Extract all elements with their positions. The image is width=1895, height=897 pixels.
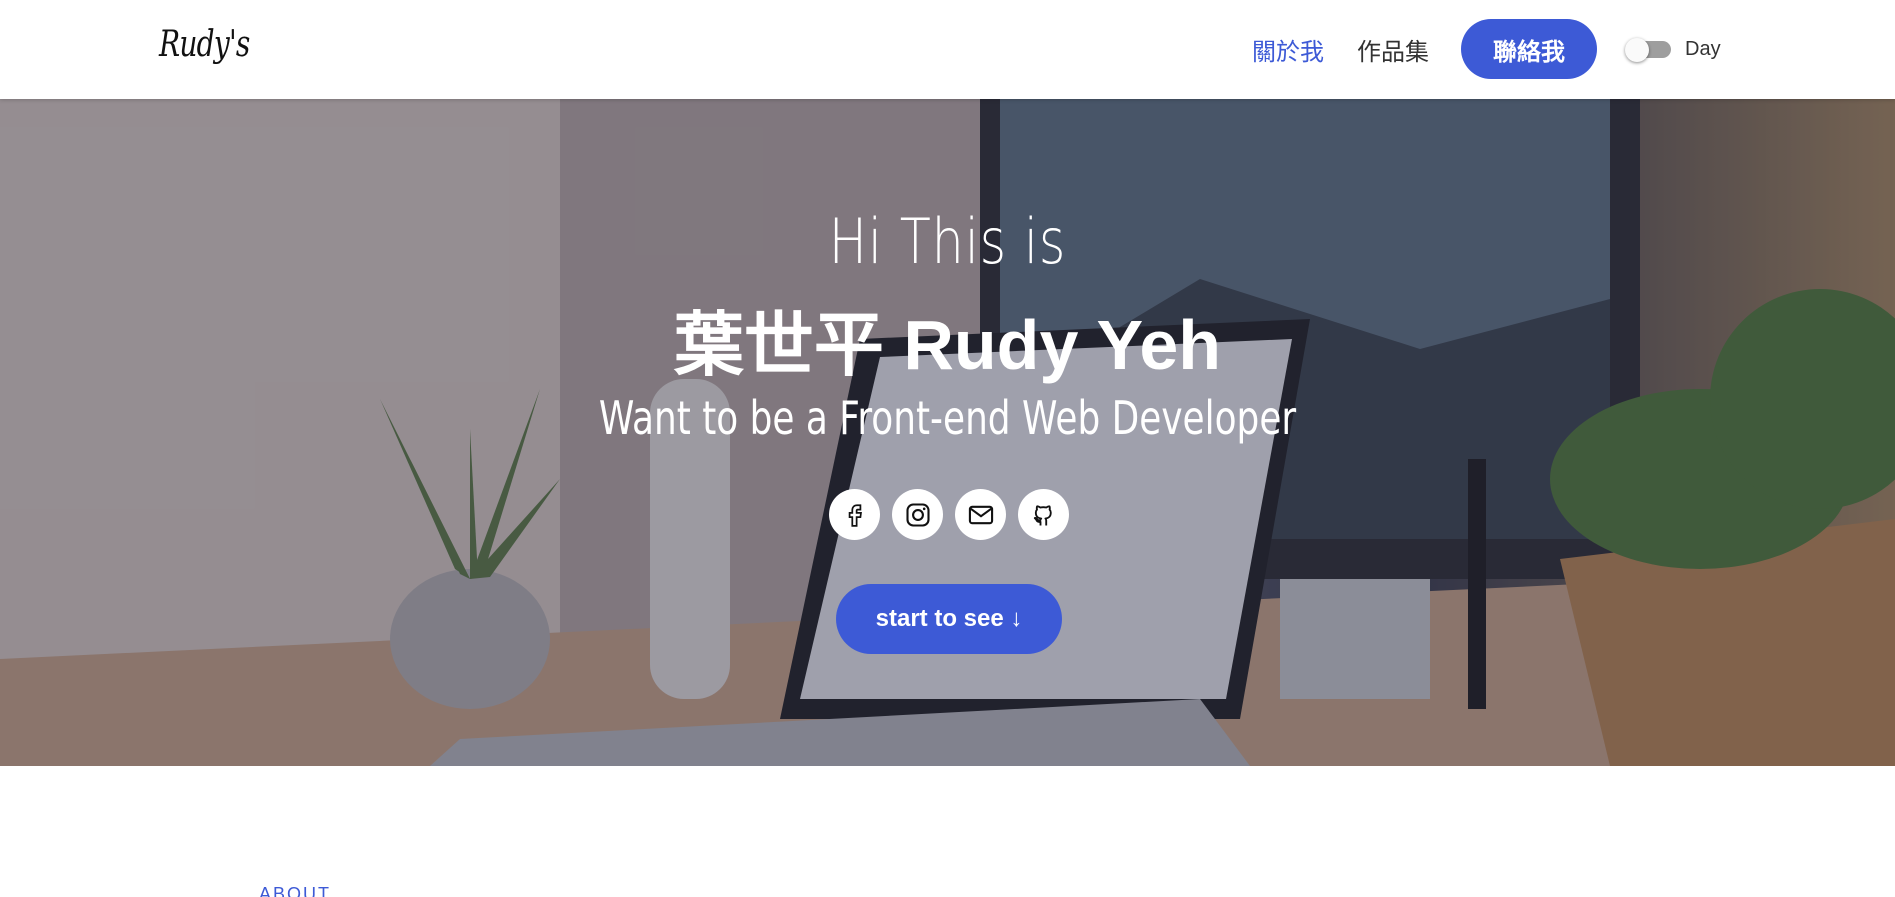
about-section-label: ABOUT bbox=[259, 884, 332, 897]
github-link[interactable] bbox=[1018, 489, 1069, 540]
hero-tagline: Want to be a Front-end Web Developer bbox=[598, 391, 1297, 445]
toggle-knob bbox=[1625, 38, 1649, 62]
nav-contact-button[interactable]: 聯絡我 bbox=[1461, 19, 1597, 79]
hero-section: Hi This is 葉世平 Rudy Yeh Want to be a Fro… bbox=[0, 99, 1895, 766]
hero-greeting: Hi This is bbox=[828, 205, 1067, 278]
mail-icon bbox=[968, 505, 993, 524]
hero-name: 葉世平 Rudy Yeh bbox=[673, 306, 1222, 384]
start-to-see-button[interactable]: start to see ↓ bbox=[836, 584, 1062, 654]
mail-link[interactable] bbox=[955, 489, 1006, 540]
facebook-icon bbox=[848, 503, 862, 527]
hero-content: Hi This is 葉世平 Rudy Yeh Want to be a Fro… bbox=[0, 99, 1895, 766]
instagram-link[interactable] bbox=[892, 489, 943, 540]
social-links bbox=[829, 489, 1069, 541]
nav-works-link[interactable]: 作品集 bbox=[1357, 32, 1429, 67]
theme-toggle[interactable] bbox=[1625, 38, 1671, 62]
theme-toggle-label: Day bbox=[1685, 38, 1721, 60]
instagram-icon bbox=[905, 502, 930, 527]
brand-logo[interactable]: Rudy's bbox=[159, 24, 250, 65]
github-icon bbox=[1033, 504, 1052, 525]
nav-about-link[interactable]: 關於我 bbox=[1252, 32, 1324, 67]
top-navbar: Rudy's 關於我 作品集 聯絡我 Day bbox=[0, 0, 1895, 99]
facebook-link[interactable] bbox=[829, 489, 880, 540]
